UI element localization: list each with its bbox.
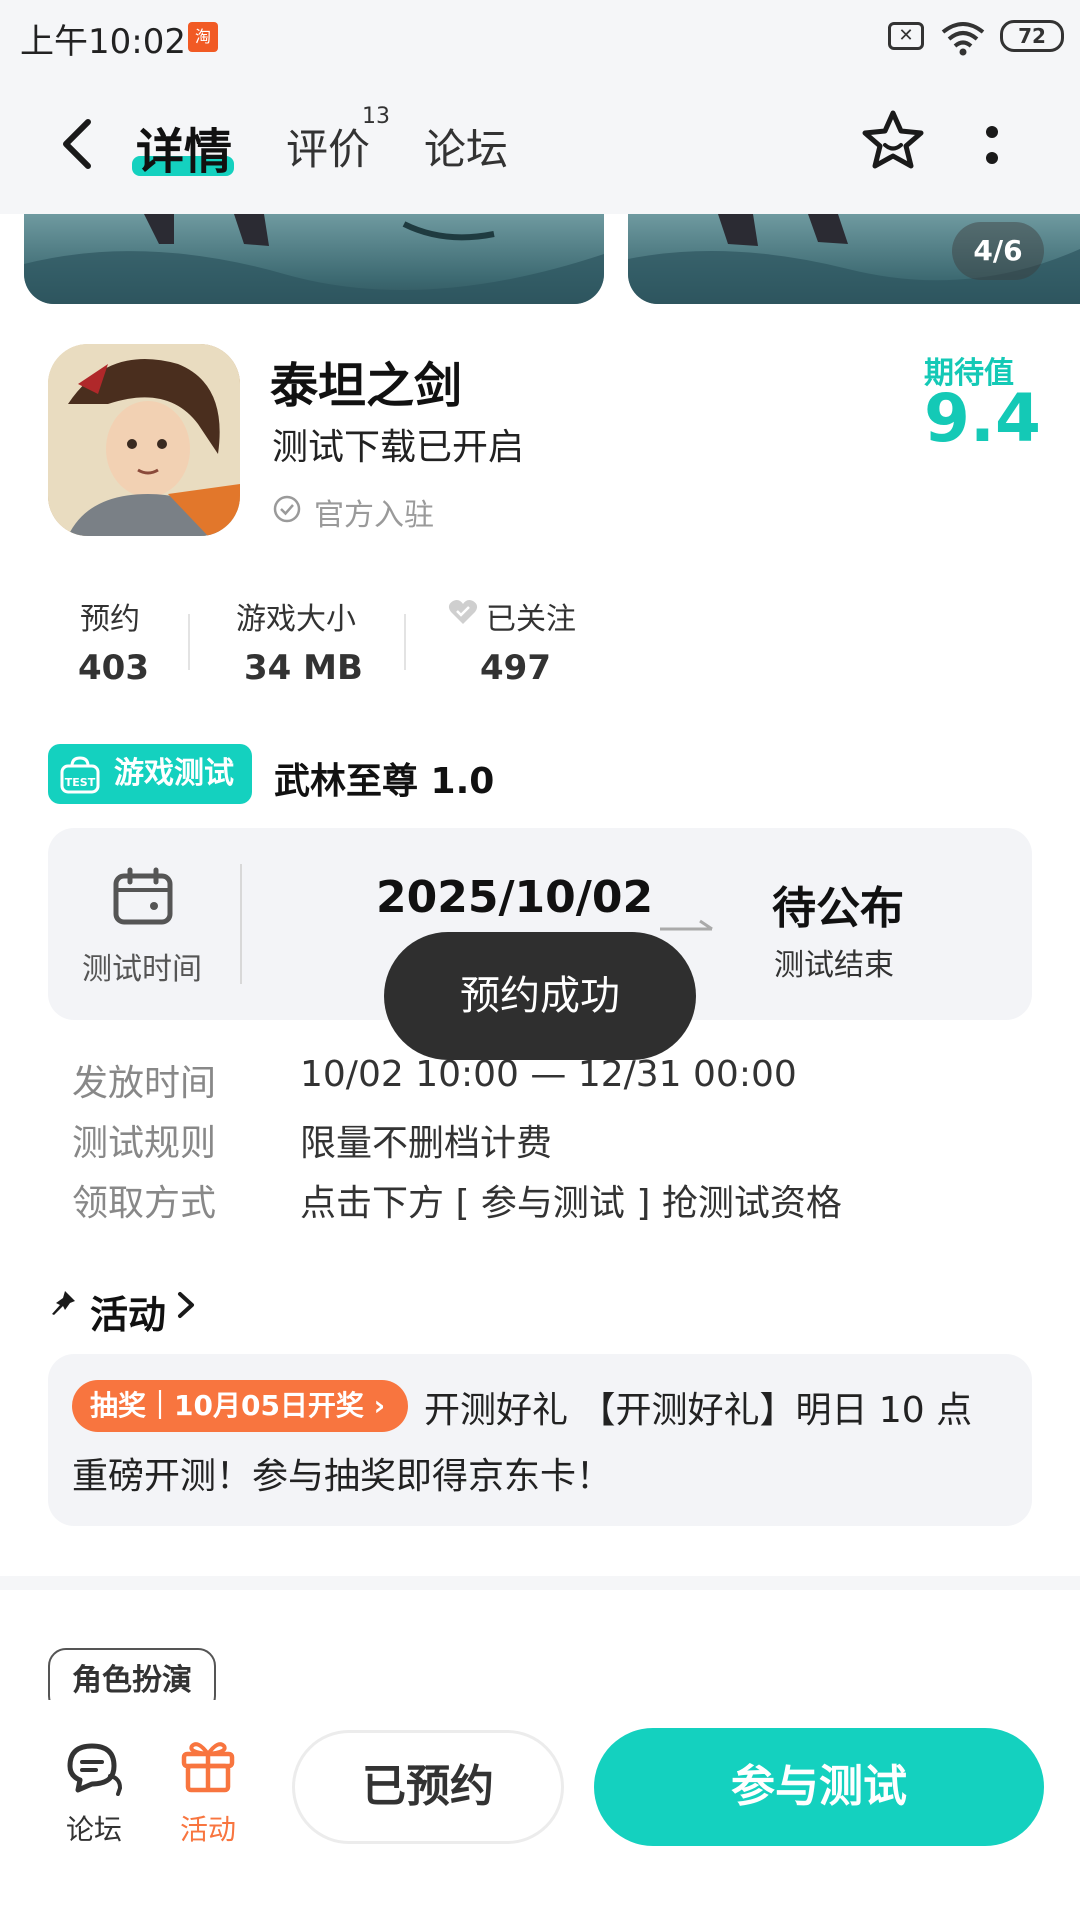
test-start-date: 2025/10/02 (376, 872, 654, 923)
chevron-right-icon[interactable] (176, 1290, 196, 1320)
app-subtitle: 测试下载已开启 (272, 427, 525, 468)
favorite-star-icon[interactable] (860, 108, 926, 174)
tab-details[interactable]: 详情 (136, 112, 232, 182)
info-value-release: 10/02 10:00 — 12/31 00:00 (300, 1054, 797, 1095)
wifi-icon (941, 22, 985, 56)
svg-text:TEST: TEST (65, 776, 96, 789)
app-name: 泰坦之剑 (270, 358, 463, 414)
info-label-release: 发放时间 (72, 1063, 217, 1104)
section-separator (0, 1576, 1080, 1590)
stat-value-size: 34 MB (244, 648, 363, 688)
taobao-notification-icon: 淘 (188, 22, 218, 52)
tab-reviews[interactable]: 评价 (286, 116, 370, 177)
stat-divider (188, 614, 190, 670)
official-label: 官方入驻 (314, 498, 434, 533)
info-label-method: 领取方式 (72, 1183, 217, 1224)
back-icon[interactable] (58, 118, 98, 170)
gift-icon[interactable] (180, 1736, 236, 1794)
info-value-rules: 限量不删档计费 (300, 1123, 553, 1164)
reservation-success-toast: 预约成功 (384, 932, 696, 1060)
more-vertical-icon[interactable] (985, 124, 999, 168)
followed-heart-icon (448, 600, 478, 624)
activity-nav-label[interactable]: 活动 (180, 1808, 236, 1848)
card-divider (240, 864, 242, 984)
activity-section-title[interactable]: 活动 (90, 1284, 166, 1339)
verified-check-icon (273, 495, 301, 523)
gallery-pager: 4/6 (952, 222, 1044, 280)
stat-label-followed: 已关注 (486, 602, 576, 637)
test-icon: TEST (60, 756, 100, 794)
pin-icon (52, 1291, 75, 1315)
activity-description[interactable]: 开测好礼 【开测好礼】明日 10 点重磅开测！参与抽奖即得京东卡！ (72, 1378, 1008, 1510)
test-time-label: 测试时间 (82, 952, 202, 987)
game-test-badge-label: 游戏测试 (114, 756, 234, 791)
reserved-button[interactable]: 已预约 (292, 1730, 564, 1844)
info-value-method: 点击下方 [ 参与测试 ] 抢测试资格 (300, 1183, 842, 1224)
join-test-button[interactable]: 参与测试 (594, 1728, 1044, 1846)
stat-label-reservations: 预约 (80, 602, 140, 637)
status-time: 上午10:02 (20, 22, 186, 62)
forum-chat-icon[interactable] (62, 1738, 124, 1796)
info-label-rules: 测试规则 (72, 1123, 217, 1164)
app-icon[interactable] (48, 344, 240, 536)
expect-score: 9.4 (924, 380, 1041, 457)
no-sim-icon: ✕ (888, 22, 924, 50)
stat-value-followed: 497 (480, 648, 551, 688)
calendar-icon (113, 867, 173, 925)
arrow-right-icon (660, 919, 713, 931)
stat-label-size: 游戏大小 (236, 602, 356, 637)
test-title: 武林至尊 1.0 (274, 761, 495, 802)
tab-forum[interactable]: 论坛 (424, 116, 508, 177)
stat-divider (404, 614, 406, 670)
forum-nav-label[interactable]: 论坛 (66, 1808, 122, 1848)
stat-value-reservations: 403 (78, 648, 149, 688)
battery-icon: 72 (1000, 20, 1064, 52)
screenshot-thumbnail[interactable] (24, 214, 604, 304)
test-end-label: 测试结束 (774, 948, 894, 983)
reviews-count-badge: 13 (362, 104, 390, 129)
test-end-value: 待公布 (772, 883, 904, 934)
